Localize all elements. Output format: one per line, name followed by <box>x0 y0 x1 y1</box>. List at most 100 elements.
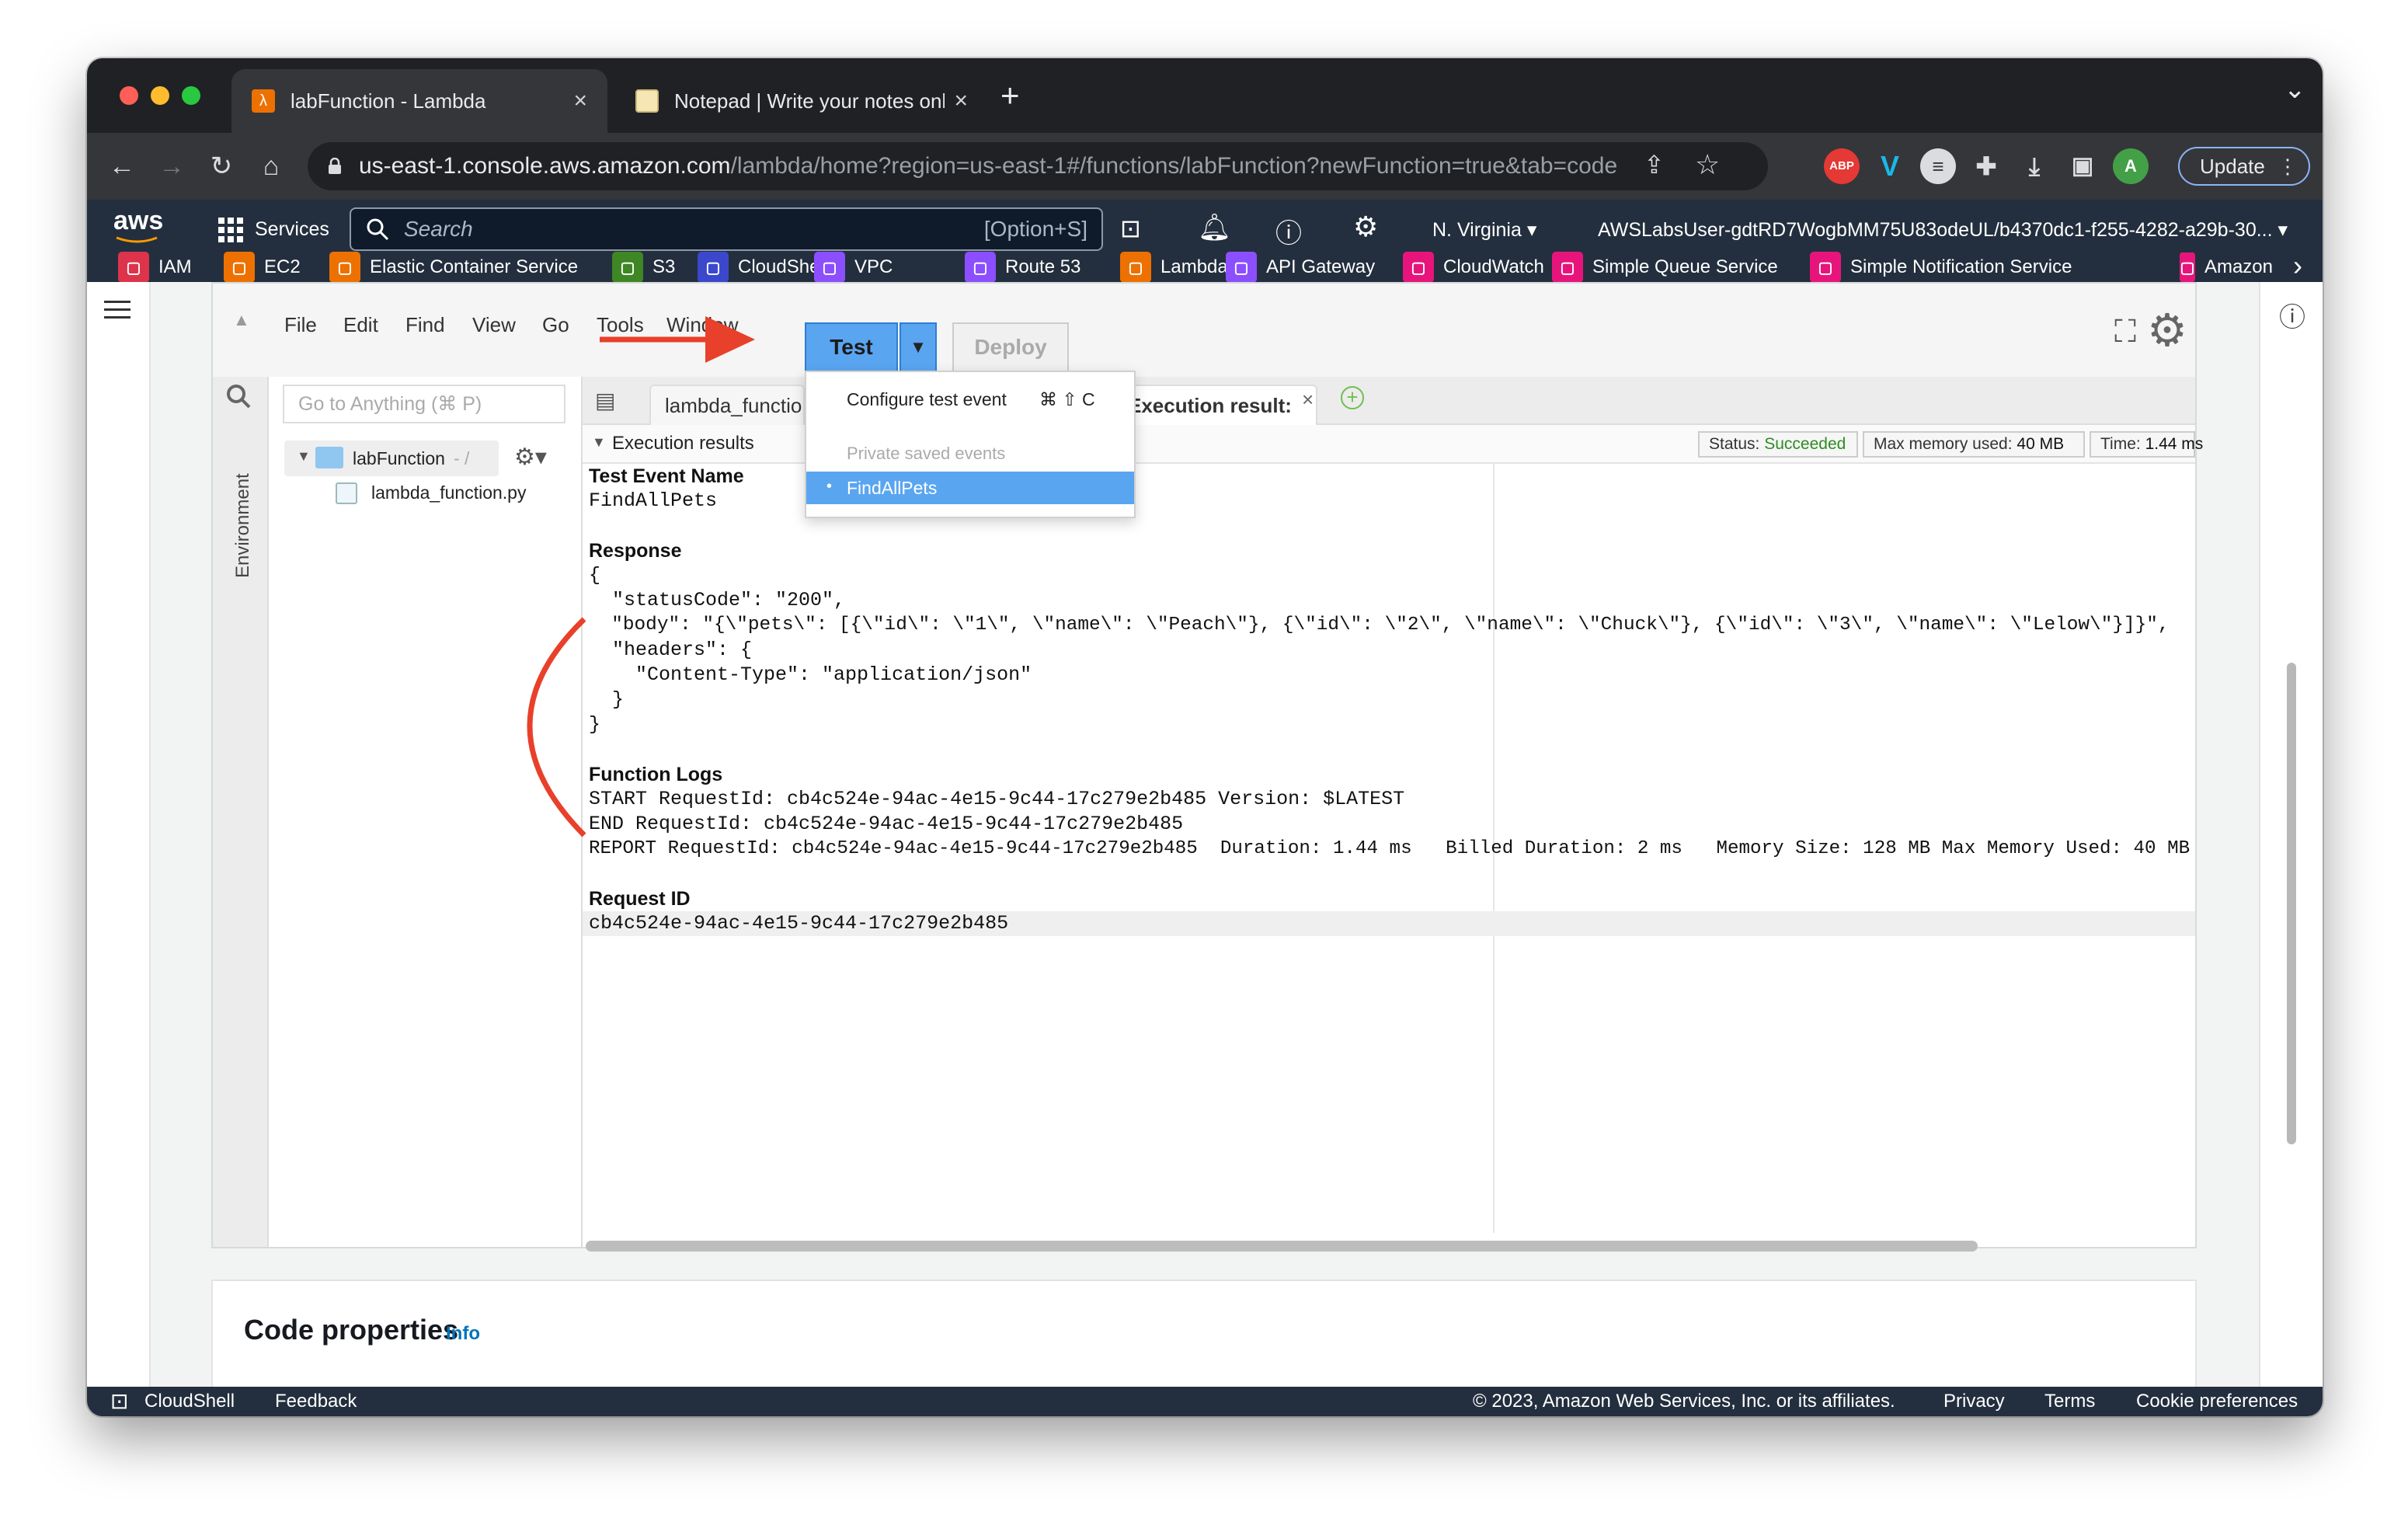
tab-list-icon[interactable]: ▤ <box>595 388 615 413</box>
menu-find[interactable]: Find <box>405 313 445 337</box>
favorite-amazon[interactable]: ▢ Amazon <box>2180 252 2273 282</box>
footer-terms[interactable]: Terms <box>2044 1387 2095 1416</box>
settings-gear-icon[interactable]: ⚙ <box>1353 211 1378 243</box>
tree-gear-icon[interactable]: ⚙▾ <box>514 444 547 471</box>
account-menu[interactable]: AWSLabsUser-gdtRD7WogbMM75U83odeUL/b4370… <box>1598 218 2312 242</box>
test-event-name-label: Test Event Name <box>589 465 744 487</box>
bookmark-star-icon[interactable]: ☆ <box>1695 148 1720 181</box>
side-panel-icon[interactable]: ▣ <box>2065 148 2100 184</box>
footer-privacy[interactable]: Privacy <box>1943 1387 2005 1416</box>
menu-file[interactable]: File <box>284 313 317 337</box>
tab-search-chevron-icon[interactable]: ⌄ <box>2284 74 2306 105</box>
tab-notepad[interactable]: Notepad | Write your notes online × <box>615 69 988 133</box>
elastic-container-service-service-icon: ▢ <box>329 252 360 283</box>
page-scrollbar[interactable] <box>2287 663 2296 1144</box>
search-input[interactable]: Search [Option+S] <box>350 207 1103 251</box>
info-link[interactable]: Info <box>446 1323 480 1345</box>
notifications-bell-icon[interactable]: 🔔︎ <box>1198 212 1231 243</box>
share-icon[interactable]: ⇪ <box>1644 150 1665 179</box>
test-dropdown-toggle[interactable]: ▼ <box>900 322 937 372</box>
close-tab-icon[interactable]: × <box>573 88 587 114</box>
back-icon[interactable]: ← <box>103 147 141 186</box>
vimeo-icon[interactable]: V <box>1872 148 1908 184</box>
lambda-content: ⓘ ▲ File Edit Find View Go Tools Window … <box>87 282 2323 1388</box>
s3-service-icon: ▢ <box>612 252 643 283</box>
hamburger-menu-icon[interactable] <box>104 299 130 321</box>
favorite-simple-queue-service[interactable]: ▢ Simple Queue Service <box>1552 252 1778 283</box>
route-53-service-icon: ▢ <box>965 252 996 283</box>
reload-icon[interactable]: ↻ <box>202 147 241 186</box>
test-event-name: FindAllPets <box>589 489 718 512</box>
favorite-label: EC2 <box>264 256 301 277</box>
services-menu[interactable]: Services <box>255 218 329 241</box>
configure-shortcut: ⌘ ⇧ C <box>1039 389 1095 409</box>
region-label: N. Virginia <box>1432 219 1522 241</box>
tab-lambda[interactable]: λ labFunction - Lambda × <box>231 69 607 133</box>
test-button[interactable]: Test <box>805 322 898 372</box>
environment-panel-tab[interactable]: Environment <box>213 377 269 1247</box>
footer-cloudshell[interactable]: CloudShell <box>144 1387 235 1416</box>
extension-menu-icon[interactable]: ≡ <box>1920 148 1956 184</box>
favorite-iam[interactable]: ▢ IAM <box>118 252 192 283</box>
expand-triangle-icon[interactable]: ▼ <box>592 434 606 451</box>
services-grid-icon[interactable] <box>217 217 244 243</box>
maximize-window-icon[interactable] <box>182 86 200 105</box>
favorite-route-53[interactable]: ▢ Route 53 <box>965 252 1080 283</box>
favorite-vpc[interactable]: ▢ VPC <box>814 252 893 283</box>
close-window-icon[interactable] <box>120 86 138 105</box>
footer-cookies[interactable]: Cookie preferences <box>2136 1387 2298 1416</box>
tab-lambda-function[interactable]: lambda_functio <box>649 385 805 425</box>
lock-icon <box>328 157 342 175</box>
favorite-api-gateway[interactable]: ▢ API Gateway <box>1226 252 1375 283</box>
search-icon[interactable] <box>225 383 253 411</box>
tree-folder-row[interactable]: ▼ labFunction - / <box>284 440 499 476</box>
cloudshell-icon[interactable]: ⊡ <box>1120 214 1141 243</box>
profile-avatar[interactable]: A <box>2113 148 2149 184</box>
tree-file-row[interactable]: lambda_function.py <box>336 476 600 510</box>
puzzle-icon[interactable]: ✚ <box>1968 148 2004 184</box>
favorite-cloudshell[interactable]: ▢ CloudShell <box>698 252 828 283</box>
menu-edit[interactable]: Edit <box>343 313 378 337</box>
download-icon[interactable]: ⤓ <box>2017 148 2052 184</box>
collapse-triangle-icon[interactable]: ▲ <box>233 310 250 330</box>
favorite-s3[interactable]: ▢ S3 <box>612 252 675 283</box>
code-properties-title: Code properties <box>244 1314 459 1346</box>
menu-view[interactable]: View <box>472 313 516 337</box>
close-tab-icon[interactable]: × <box>954 88 968 114</box>
close-tab-icon[interactable]: × <box>1302 388 1314 412</box>
ide-settings-gear-icon[interactable]: ⚙ <box>2147 304 2187 357</box>
info-icon[interactable]: ⓘ <box>2279 296 2305 334</box>
favorites-scroll-right-icon[interactable]: › <box>2293 249 2302 282</box>
menu-go[interactable]: Go <box>542 313 569 337</box>
favorite-ec2[interactable]: ▢ EC2 <box>224 252 301 283</box>
favorite-cloudwatch[interactable]: ▢ CloudWatch <box>1403 252 1544 283</box>
home-icon[interactable]: ⌂ <box>252 147 291 186</box>
url-text: us-east-1.console.aws.amazon.com/lambda/… <box>359 142 1617 190</box>
forward-icon[interactable]: → <box>152 147 191 186</box>
vpc-service-icon: ▢ <box>814 252 845 283</box>
code-properties-card: Code properties Info <box>211 1280 2197 1388</box>
favorites-bar: ▢ IAM ▢ EC2 ▢ Elastic Container Service ▢ S3 ▢ Cl… <box>87 252 2323 283</box>
configure-test-event-item[interactable]: Configure test event ⌘ ⇧ C <box>806 383 1134 417</box>
address-bar[interactable]: us-east-1.console.aws.amazon.com/lambda/… <box>308 142 1768 190</box>
footer-copyright: © 2023, Amazon Web Services, Inc. or its… <box>1473 1391 1895 1412</box>
saved-event-item[interactable]: • FindAllPets <box>806 472 1134 504</box>
minimize-window-icon[interactable] <box>151 86 169 105</box>
new-tab-button[interactable]: + <box>1000 77 1020 114</box>
favorite-lambda[interactable]: ▢ Lambda <box>1120 252 1228 283</box>
goto-anything-input[interactable]: Go to Anything (⌘ P) <box>283 385 565 423</box>
region-selector[interactable]: N. Virginia ▾ <box>1432 218 1536 242</box>
tab-execution-results[interactable]: Execution result: <box>1122 385 1317 425</box>
update-button[interactable]: Update ⋮ <box>2178 147 2310 186</box>
favorite-elastic-container-service[interactable]: ▢ Elastic Container Service <box>329 252 578 283</box>
fullscreen-icon[interactable]: ⛶ <box>2114 315 2136 350</box>
deploy-button[interactable]: Deploy <box>952 322 1069 372</box>
horizontal-scrollbar[interactable] <box>586 1241 1978 1252</box>
help-icon[interactable]: ⓘ <box>1275 212 1302 250</box>
favorite-simple-notification-service[interactable]: ▢ Simple Notification Service <box>1810 252 2072 283</box>
adblock-icon[interactable]: ABP <box>1824 148 1860 184</box>
time-pill: Time: 1.44 ms <box>2090 431 2203 458</box>
add-tab-icon[interactable]: + <box>1341 386 1364 409</box>
aws-logo[interactable]: aws <box>113 206 163 236</box>
footer-feedback[interactable]: Feedback <box>275 1387 357 1416</box>
